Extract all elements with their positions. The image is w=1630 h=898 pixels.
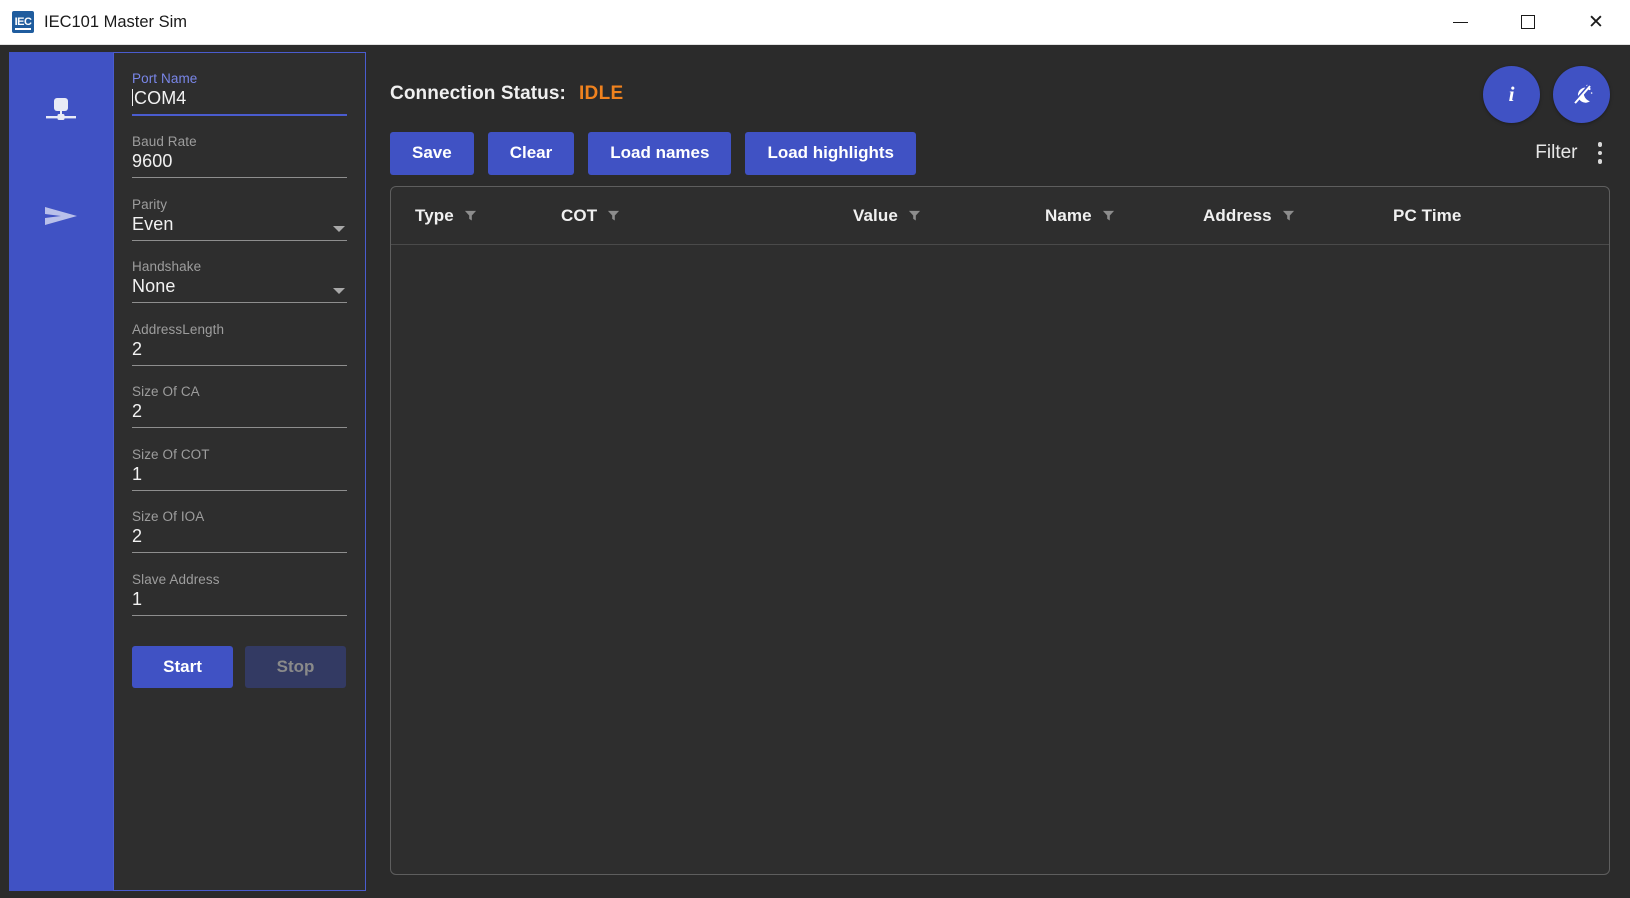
maximize-button[interactable] — [1494, 0, 1562, 44]
column-header-label: Value — [853, 205, 898, 225]
column-header-label: Name — [1045, 205, 1092, 225]
field-label: Size Of IOA — [132, 509, 205, 525]
nav-item-connection[interactable] — [38, 89, 84, 135]
main-content: Connection Status: IDLE i Save Clear Loa… — [366, 52, 1624, 891]
connection-status-value: IDLE — [578, 83, 624, 104]
save-button[interactable]: Save — [390, 131, 474, 175]
field-underline — [132, 177, 347, 179]
header-circle-buttons: i — [1483, 66, 1610, 123]
config-field-handshake[interactable]: Handshake None — [132, 259, 347, 304]
field-underline — [132, 302, 347, 304]
column-header-label: Type — [415, 205, 454, 225]
field-underline — [132, 552, 347, 554]
field-label: Slave Address — [132, 571, 220, 587]
config-field-size-of-cot[interactable]: Size Of COT 1 — [132, 447, 347, 491]
table-header-row: Type COT Value Name Address PC Time — [391, 187, 1609, 245]
field-underline — [132, 614, 347, 616]
close-button[interactable]: ✕ — [1562, 0, 1630, 44]
field-label: Size Of CA — [132, 384, 200, 400]
window-title: IEC101 Master Sim — [44, 12, 188, 31]
app-logo-icon: IEC — [12, 11, 34, 33]
toolbar-buttons: Save Clear Load names Load highlights — [390, 131, 930, 175]
device-network-icon — [46, 98, 76, 120]
config-field-port-name[interactable]: Port Name COM4 — [132, 71, 347, 116]
field-label: Parity — [132, 196, 168, 212]
connection-status-label: Connection Status: — [390, 83, 566, 104]
field-label: AddressLength — [132, 321, 225, 337]
column-header-label: Address — [1203, 205, 1272, 225]
load-names-button[interactable]: Load names — [588, 131, 732, 175]
window-titlebar: IEC IEC101 Master Sim ✕ — [0, 0, 1630, 45]
field-value[interactable]: COM4 — [132, 88, 347, 114]
config-field-slave-address[interactable]: Slave Address 1 — [132, 572, 347, 616]
info-icon: i — [1508, 82, 1515, 106]
stop-button[interactable]: Stop — [245, 646, 346, 689]
config-field-size-of-ca[interactable]: Size Of CA 2 — [132, 384, 347, 429]
filter-funnel-icon[interactable] — [1102, 209, 1115, 222]
filter-funnel-icon[interactable] — [464, 209, 477, 222]
table-body — [391, 245, 1609, 874]
more-vertical-icon[interactable] — [1592, 138, 1609, 168]
field-value[interactable]: 2 — [132, 526, 347, 552]
field-label: Baud Rate — [132, 134, 197, 150]
field-underline — [132, 364, 347, 366]
nav-item-send[interactable] — [38, 193, 84, 239]
column-header-label: COT — [561, 205, 598, 225]
clear-button[interactable]: Clear — [487, 131, 575, 175]
field-value-text: COM4 — [134, 88, 187, 108]
field-value[interactable]: Even — [132, 214, 347, 240]
config-field-parity[interactable]: Parity Even — [132, 197, 347, 241]
field-value[interactable]: 1 — [132, 464, 347, 490]
column-header-cot[interactable]: COT — [561, 206, 853, 226]
config-field-baud-rate[interactable]: Baud Rate 9600 — [132, 134, 347, 179]
data-table: Type COT Value Name Address PC Time — [390, 186, 1610, 875]
minimize-button[interactable] — [1426, 0, 1494, 44]
connection-status-row: Connection Status: IDLE i — [390, 66, 1610, 123]
column-header-type[interactable]: Type — [415, 206, 561, 226]
chevron-down-icon[interactable] — [333, 225, 345, 232]
filter-funnel-icon[interactable] — [1282, 209, 1295, 222]
field-value[interactable]: 2 — [132, 339, 347, 365]
start-button[interactable]: Start — [132, 646, 233, 689]
field-value[interactable]: 2 — [132, 401, 347, 427]
field-underline — [132, 239, 347, 241]
field-value[interactable]: 1 — [132, 589, 347, 615]
connection-config-panel: Port Name COM4 Baud Rate 9600 Parity Even Hand… — [113, 52, 366, 891]
close-icon: ✕ — [1588, 11, 1604, 33]
field-value[interactable]: 9600 — [132, 151, 347, 177]
maximize-icon — [1521, 15, 1535, 29]
column-header-pc-time[interactable]: PC Time — [1393, 206, 1573, 226]
column-header-label: PC Time — [1393, 205, 1462, 225]
load-highlights-button[interactable]: Load highlights — [745, 131, 916, 175]
filter-area: Filter — [1535, 138, 1608, 168]
table-toolbar: Save Clear Load names Load highlights Filte… — [390, 122, 1610, 184]
theme-toggle-button[interactable] — [1553, 66, 1610, 123]
filter-label[interactable]: Filter — [1535, 142, 1577, 164]
config-field-addresslength[interactable]: AddressLength 2 — [132, 322, 347, 366]
column-header-value[interactable]: Value — [853, 206, 1045, 226]
field-value[interactable]: None — [132, 276, 347, 302]
app-body: Port Name COM4 Baud Rate 9600 Parity Even Hand… — [0, 45, 1630, 898]
field-underline — [132, 427, 347, 429]
config-action-buttons: Start Stop — [132, 646, 347, 689]
filter-funnel-icon[interactable] — [908, 209, 921, 222]
column-header-name[interactable]: Name — [1045, 206, 1203, 226]
filter-funnel-icon[interactable] — [607, 209, 620, 222]
moon-slash-icon — [1572, 83, 1592, 104]
chevron-down-icon[interactable] — [333, 288, 345, 295]
field-label: Port Name — [132, 71, 198, 86]
field-label: Handshake — [132, 259, 202, 275]
window-controls: ✕ — [1426, 0, 1630, 44]
config-fields: Port Name COM4 Baud Rate 9600 Parity Even Hand… — [132, 71, 347, 634]
info-button[interactable]: i — [1483, 66, 1540, 123]
config-field-size-of-ioa[interactable]: Size Of IOA 2 — [132, 509, 347, 554]
field-underline — [132, 489, 347, 491]
field-underline — [132, 114, 347, 116]
column-header-address[interactable]: Address — [1203, 206, 1393, 226]
send-arrow-icon — [45, 207, 77, 225]
field-label: Size Of COT — [132, 446, 210, 462]
left-nav-rail — [9, 52, 113, 891]
minimize-icon — [1452, 21, 1468, 23]
text-caret — [132, 89, 133, 106]
